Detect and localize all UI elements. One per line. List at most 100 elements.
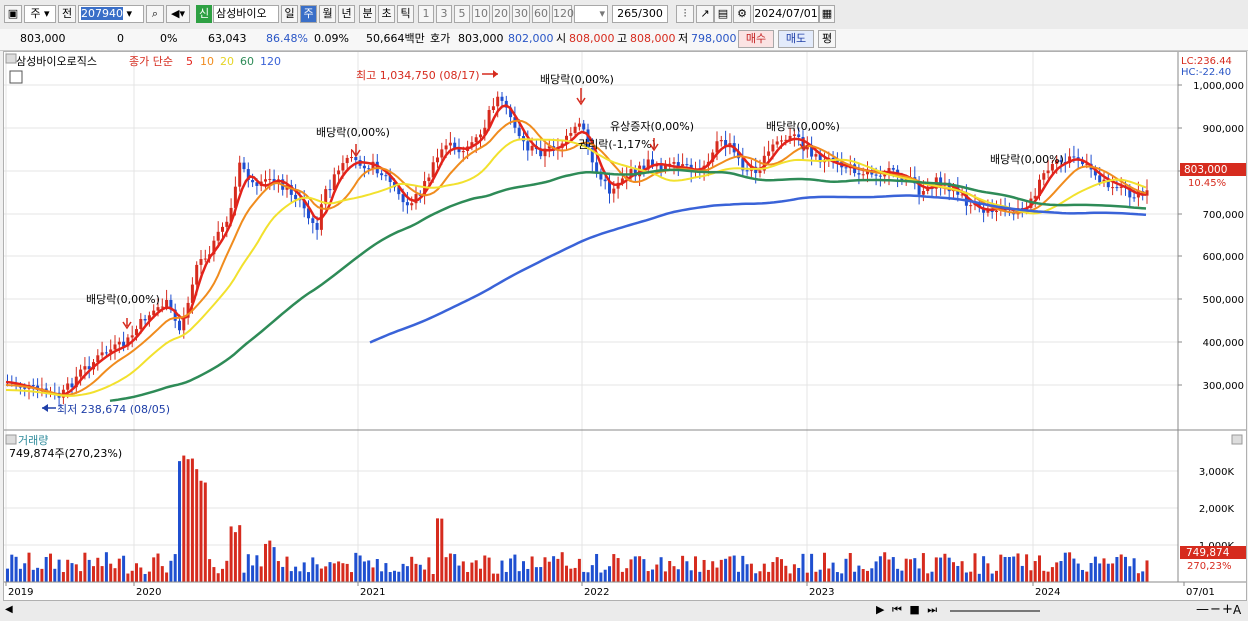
volume-bar: [668, 560, 672, 582]
min-120[interactable]: 120: [552, 5, 574, 23]
ma-label: 종가 단순: [129, 55, 173, 68]
speaker-icon[interactable]: ◀▾: [166, 5, 190, 23]
candle-body: [225, 221, 229, 227]
tab-month[interactable]: 월: [319, 5, 336, 23]
volume-bar: [913, 558, 917, 582]
volume-bar: [431, 573, 435, 582]
volume-bar: [1020, 565, 1024, 582]
volume-bar: [1038, 555, 1041, 582]
search-icon[interactable]: ⌕: [146, 5, 164, 23]
save-icon[interactable]: ▤: [714, 5, 732, 23]
volume-bar: [225, 560, 229, 582]
table-view-icon[interactable]: [9, 70, 23, 84]
stop-icon[interactable]: ■: [909, 603, 919, 616]
zoom-out-icon[interactable]: —: [1196, 602, 1209, 617]
volume-bar: [805, 572, 809, 582]
candle-body: [1111, 187, 1115, 189]
volume-bar: [96, 557, 100, 582]
volume-bar: [943, 553, 947, 582]
volume-bar: [767, 571, 771, 582]
candle-body: [427, 177, 431, 182]
volume-bar: [203, 482, 207, 582]
chart-area[interactable]: 삼성바이오로직스 종가 단순 5 10 20 60 120 LC:236.44 …: [3, 51, 1247, 601]
candle-body: [384, 175, 388, 177]
volume-bar: [1141, 571, 1145, 582]
unit-select[interactable]: ▾: [574, 5, 608, 23]
plus-icon[interactable]: +: [1222, 602, 1233, 617]
sell-button[interactable]: 매도: [778, 30, 814, 48]
candle-body: [878, 175, 882, 177]
volume-bar: [259, 566, 263, 582]
tab-tick[interactable]: 틱: [397, 5, 414, 23]
forward-icon[interactable]: ⏭: [927, 603, 937, 616]
stock-code-input[interactable]: 207940 ▾: [78, 5, 144, 23]
candle-body: [354, 157, 358, 161]
volume-bar: [771, 562, 775, 582]
volume-bar: [397, 571, 401, 582]
date-input[interactable]: 2024/07/01: [753, 5, 819, 23]
current-price-tag-value: 803,000: [1184, 164, 1227, 176]
panel-collapse-icon[interactable]: [5, 53, 17, 64]
volume-bar: [960, 561, 964, 582]
min-3[interactable]: 3: [436, 5, 452, 23]
candle-body: [117, 341, 121, 345]
stock-chart[interactable]: 삼성바이오로직스 종가 단순 5 10 20 60 120 LC:236.44 …: [4, 52, 1246, 600]
volume-bar: [1050, 567, 1054, 582]
volume-close-icon[interactable]: [1231, 434, 1243, 445]
min-30[interactable]: 30: [512, 5, 530, 23]
type-select[interactable]: 주 ▾: [24, 5, 56, 23]
volume-bar: [165, 572, 169, 582]
prev-button[interactable]: 전: [58, 5, 76, 23]
volume-bar: [1081, 569, 1084, 582]
play-icon[interactable]: ▶: [876, 603, 884, 616]
time-tick-label: 2023: [809, 587, 834, 598]
min-60[interactable]: 60: [532, 5, 550, 23]
volume-bar: [810, 553, 814, 582]
buy-button[interactable]: 매수: [738, 30, 774, 48]
min-10[interactable]: 10: [472, 5, 490, 23]
candle-body: [405, 202, 409, 206]
tab-day[interactable]: 일: [281, 5, 298, 23]
price-tick-label: 600,000: [1203, 252, 1244, 263]
min-5[interactable]: 5: [454, 5, 470, 23]
min-20[interactable]: 20: [492, 5, 510, 23]
gear-icon[interactable]: ⚙: [733, 5, 751, 23]
volume-bar: [1046, 571, 1050, 582]
candle-body: [380, 173, 384, 176]
font-size-icon[interactable]: A: [1233, 603, 1241, 617]
min-1[interactable]: 1: [418, 5, 434, 23]
tab-year[interactable]: 년: [338, 5, 355, 23]
candle-body: [517, 127, 521, 137]
eval-button[interactable]: 평: [818, 30, 836, 48]
minus-icon[interactable]: −: [1210, 602, 1221, 617]
window-menu-icon[interactable]: ▣: [4, 5, 22, 23]
count-input[interactable]: 265/300: [612, 5, 668, 23]
volume-bar: [380, 571, 384, 582]
candle-body: [221, 226, 224, 232]
zoom-slider[interactable]: [950, 610, 1040, 612]
candle-body: [792, 134, 796, 136]
volume-bar: [939, 557, 943, 582]
volume-bar: [268, 540, 272, 582]
rewind-icon[interactable]: ⏮: [892, 603, 902, 616]
tab-minute[interactable]: 분: [359, 5, 376, 23]
volume-collapse-icon[interactable]: [5, 434, 17, 445]
volume-bar: [999, 554, 1003, 582]
volume-bar: [418, 564, 422, 582]
volume-bar: [1089, 563, 1093, 582]
tab-second[interactable]: 초: [378, 5, 395, 23]
volume-bar: [509, 558, 513, 582]
volume-bar: [646, 571, 650, 582]
chart-type-icon[interactable]: ⫶: [676, 5, 694, 23]
high-label: 고: [617, 32, 628, 45]
turnover: 0.09%: [314, 32, 349, 45]
volume-bar: [552, 556, 556, 582]
volume-bar: [466, 571, 470, 582]
draw-tool-icon[interactable]: ↗: [696, 5, 714, 23]
tab-week[interactable]: 주: [300, 5, 317, 23]
scroll-left-icon[interactable]: ◀: [5, 604, 13, 615]
calendar-icon[interactable]: ▦: [819, 5, 835, 23]
volume-bar: [31, 569, 35, 582]
volume-bar: [345, 563, 349, 582]
candle-body: [526, 141, 530, 151]
